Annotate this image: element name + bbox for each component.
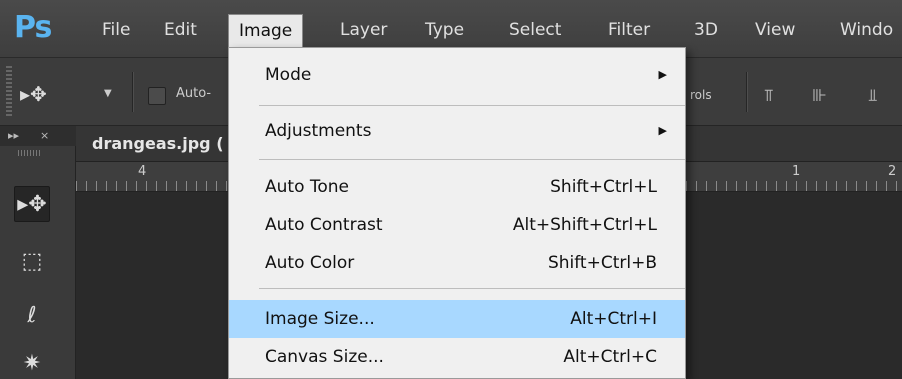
menu-item-adjustments[interactable]: Adjustments ▶ xyxy=(229,114,685,148)
options-bar-grip[interactable] xyxy=(6,66,12,118)
menu-separator xyxy=(259,288,685,289)
transform-controls-label: rols xyxy=(690,88,712,102)
menu-item-shortcut: Shift+Ctrl+B xyxy=(547,253,657,273)
ruler-number: 4 xyxy=(138,164,147,179)
auto-select-label: Auto- xyxy=(176,86,212,101)
menu-item-shortcut: Alt+Ctrl+C xyxy=(563,347,657,367)
menu-type[interactable]: Type xyxy=(421,16,468,44)
menu-window[interactable]: Windo xyxy=(836,16,897,44)
chevron-down-icon[interactable]: ▼ xyxy=(104,88,112,99)
tools-panel-grip[interactable] xyxy=(18,150,42,156)
menu-item-auto-tone[interactable]: Auto Tone Shift+Ctrl+L xyxy=(229,170,685,204)
align-bottom-icon[interactable]: ⫫ xyxy=(868,86,878,106)
menu-item-auto-color[interactable]: Auto Color Shift+Ctrl+B xyxy=(229,246,685,280)
collapse-panel-icon[interactable]: ▸▸ xyxy=(8,129,19,142)
submenu-arrow-icon: ▶ xyxy=(658,124,667,137)
menu-item-label: Auto Contrast xyxy=(265,215,383,235)
menu-select[interactable]: Select xyxy=(505,16,565,44)
photoshop-logo: Ps xyxy=(14,10,52,45)
menu-separator xyxy=(259,105,685,106)
menu-edit[interactable]: Edit xyxy=(160,16,201,44)
document-tab-label: drangeas.jpg ( xyxy=(92,134,224,153)
menu-file[interactable]: File xyxy=(98,16,134,44)
menu-3d[interactable]: 3D xyxy=(690,16,722,44)
menu-item-label: Canvas Size... xyxy=(265,347,384,367)
auto-select-checkbox[interactable] xyxy=(148,87,166,105)
move-tool-icon[interactable]: ▸✥ xyxy=(14,186,50,222)
menu-view[interactable]: View xyxy=(751,16,799,44)
menu-filter[interactable]: Filter xyxy=(604,16,654,44)
ruler-number: 1 xyxy=(792,164,801,179)
menu-item-canvas-size[interactable]: Canvas Size... Alt+Ctrl+C xyxy=(229,340,685,374)
move-tool-preset-icon[interactable]: ▸✥ xyxy=(20,82,47,106)
image-menu-dropdown: Mode ▶ Adjustments ▶ Auto Tone Shift+Ctr… xyxy=(228,47,686,379)
menu-item-mode[interactable]: Mode ▶ xyxy=(229,58,685,92)
menu-item-label: Auto Tone xyxy=(265,177,350,197)
align-vertical-center-icon[interactable]: ⊪ xyxy=(812,86,827,106)
divider xyxy=(132,72,133,112)
menu-separator xyxy=(259,159,685,160)
menu-item-image-size[interactable]: Image Size... Alt+Ctrl+I xyxy=(229,300,685,338)
menu-item-label: Adjustments xyxy=(265,121,372,141)
tools-panel-header: ▸▸ × xyxy=(0,126,76,146)
menu-image[interactable]: Image xyxy=(228,14,304,48)
menu-item-auto-contrast[interactable]: Auto Contrast Alt+Shift+Ctrl+L xyxy=(229,208,685,242)
magic-wand-tool-icon[interactable]: ✷ xyxy=(14,346,50,379)
menu-item-label: Auto Color xyxy=(265,253,355,273)
close-icon[interactable]: × xyxy=(40,129,49,142)
submenu-arrow-icon: ▶ xyxy=(658,68,667,81)
menu-layer[interactable]: Layer xyxy=(336,16,391,44)
tools-panel: ▸▸ × ▸✥ ⬚ ℓ ✷ xyxy=(0,126,76,379)
menu-item-label: Mode xyxy=(265,65,312,85)
ruler-number: 2 xyxy=(888,164,897,179)
lasso-tool-icon[interactable]: ℓ xyxy=(14,298,50,334)
menu-item-shortcut: Alt+Shift+Ctrl+L xyxy=(512,215,657,235)
menu-item-shortcut: Alt+Ctrl+I xyxy=(570,309,657,329)
marquee-tool-icon[interactable]: ⬚ xyxy=(14,244,50,280)
menu-item-label: Image Size... xyxy=(265,309,375,329)
align-top-icon[interactable]: ⫪ xyxy=(764,86,774,106)
menu-item-shortcut: Shift+Ctrl+L xyxy=(550,177,657,197)
divider xyxy=(746,72,747,112)
